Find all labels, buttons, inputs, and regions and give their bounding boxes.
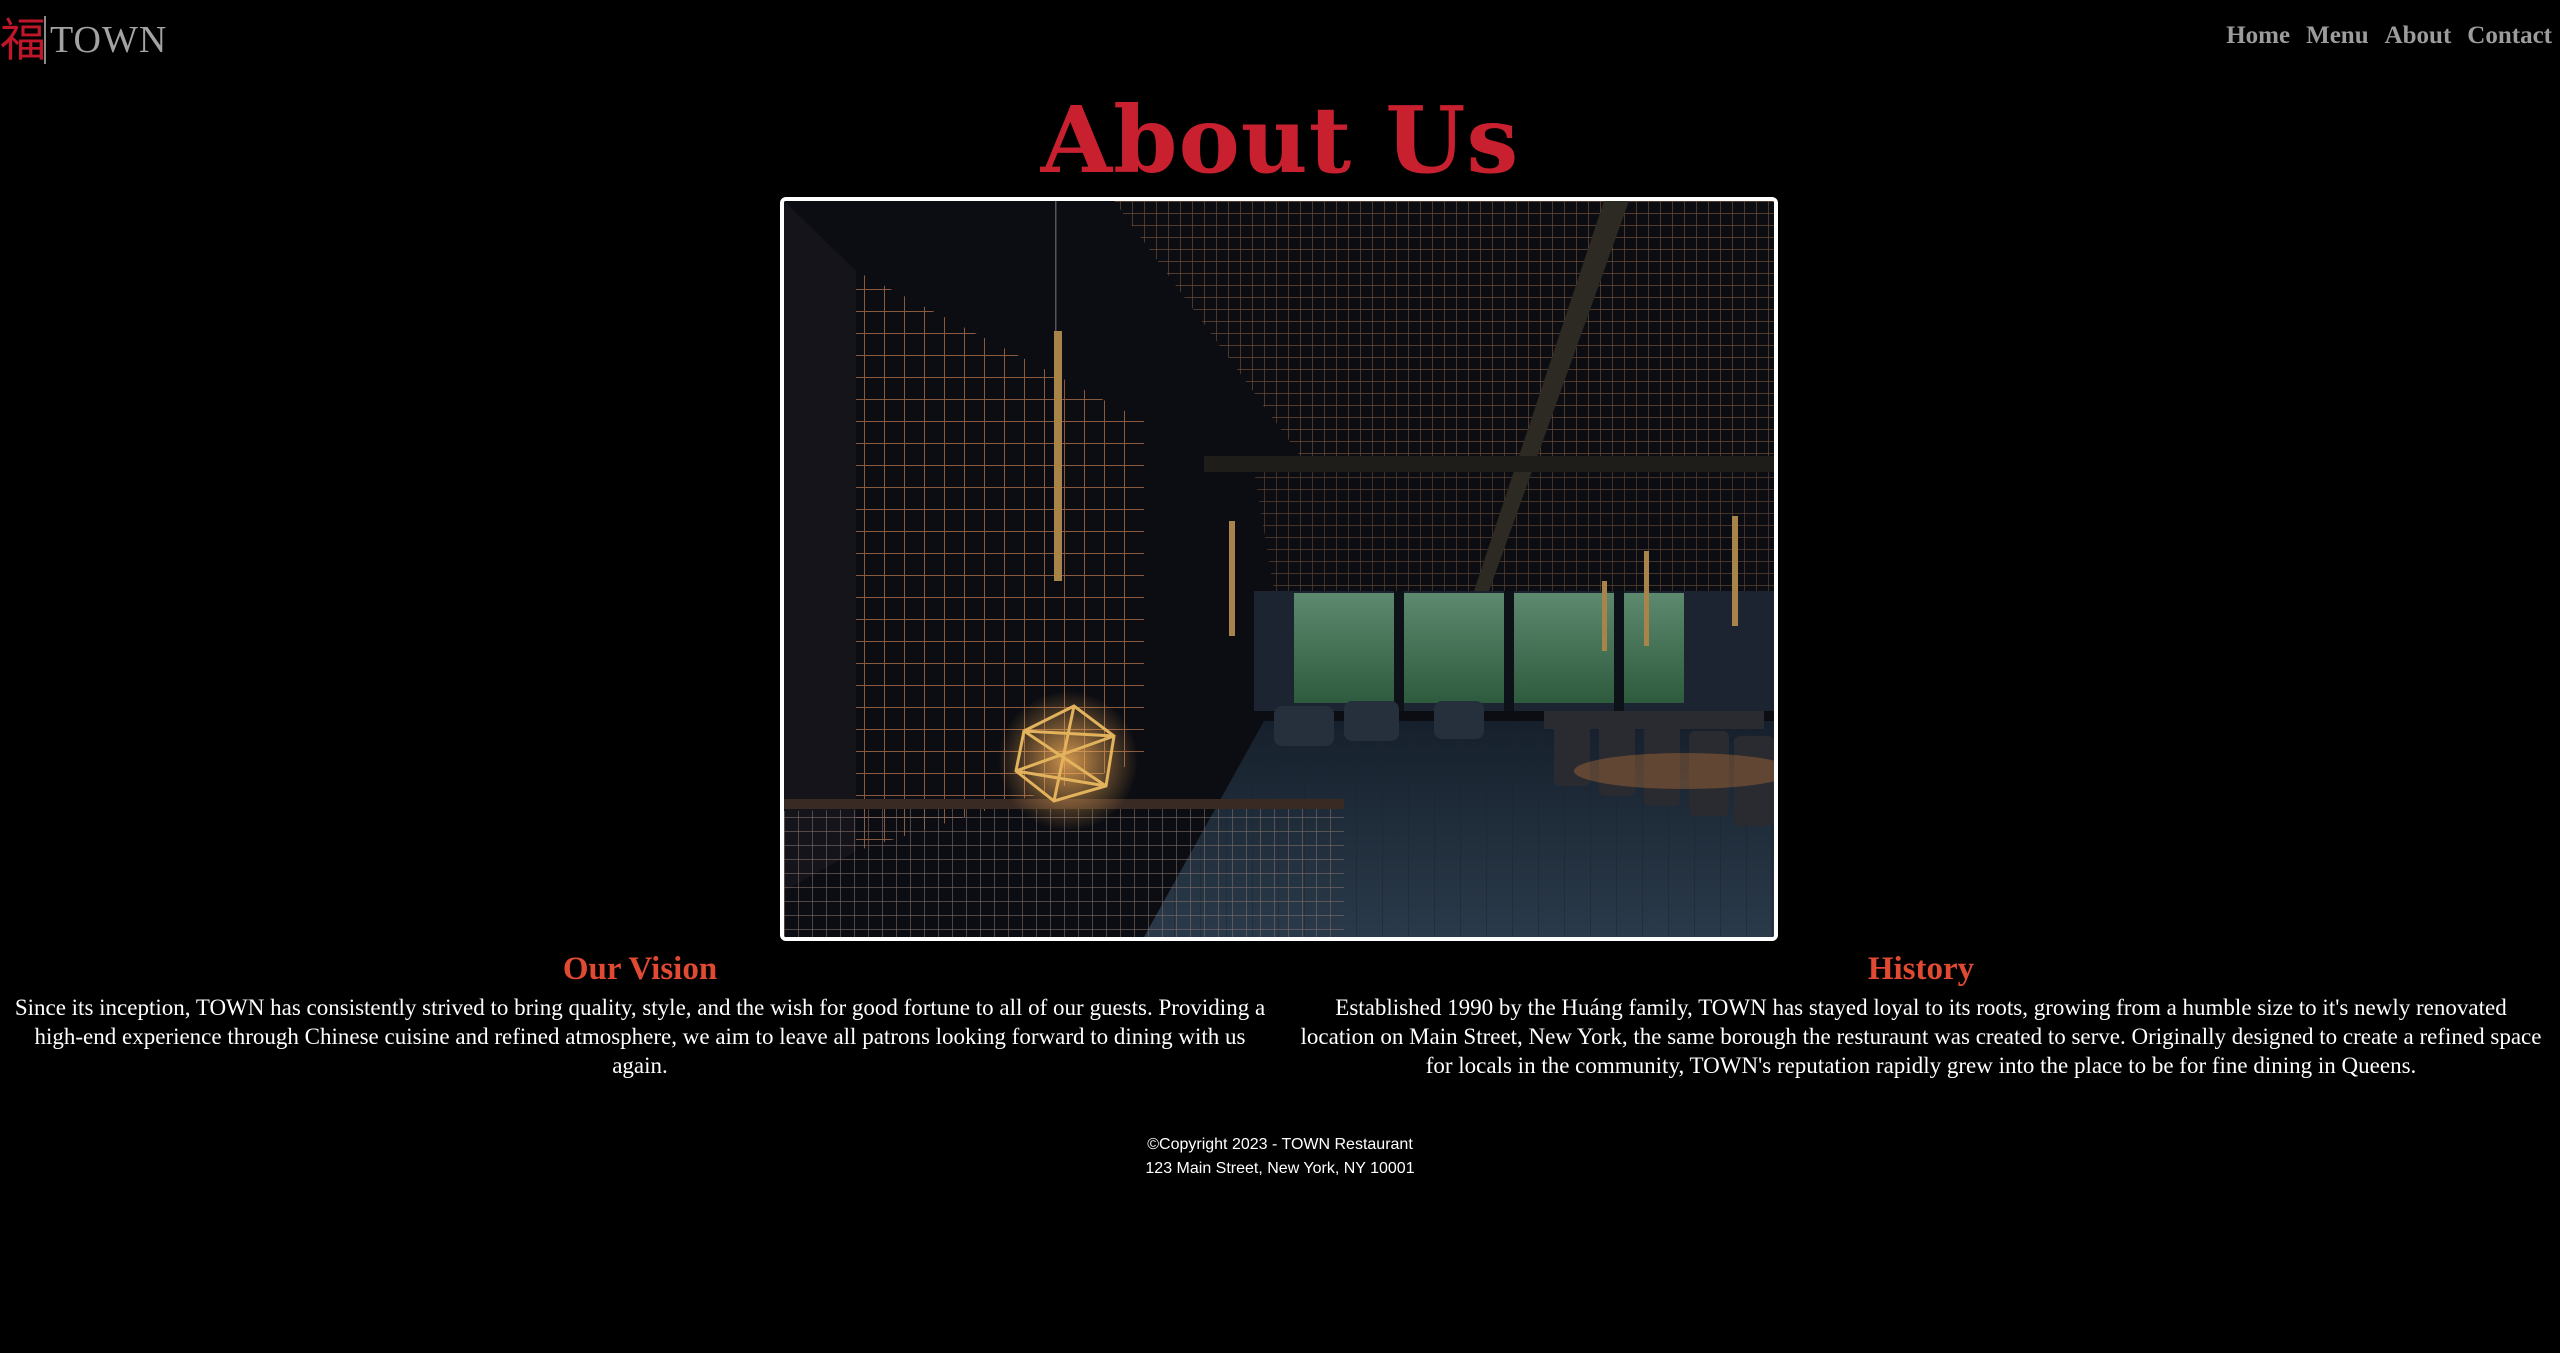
our-vision-heading: Our Vision [562,951,718,987]
nav-link-contact[interactable]: Contact [2467,22,2552,50]
our-vision-section: Our Vision Since its inception, TOWN has… [10,945,1270,1080]
nav-link-about[interactable]: About [2385,22,2452,50]
logo-divider [44,16,46,64]
page-title: About Us [1040,86,1520,194]
history-heading: History [1867,951,1975,987]
brand-name: TOWN [50,19,168,61]
nav-link-menu[interactable]: Menu [2306,22,2369,50]
history-section: History Established 1990 by the Huáng fa… [1300,945,2542,1080]
main-nav: Home Menu About Contact [2226,22,2552,50]
page-footer: ©Copyright 2023 - TOWN Restaurant 123 Ma… [0,1133,2560,1181]
nav-link-home[interactable]: Home [2226,22,2290,50]
fortune-logo-mark: 福 [0,13,46,67]
history-body: Established 1990 by the Huáng family, TO… [1300,995,2542,1078]
footer-copyright: ©Copyright 2023 - TOWN Restaurant [1147,1136,1413,1153]
restaurant-interior-image [780,197,1778,941]
our-vision-body: Since its inception, TOWN has consistent… [14,995,1266,1078]
footer-address: 123 Main Street, New York, NY 10001 [1145,1160,1415,1177]
home-logo-link[interactable]: 福 TOWN [0,12,167,68]
restaurant-interior-illustration [784,201,1774,937]
